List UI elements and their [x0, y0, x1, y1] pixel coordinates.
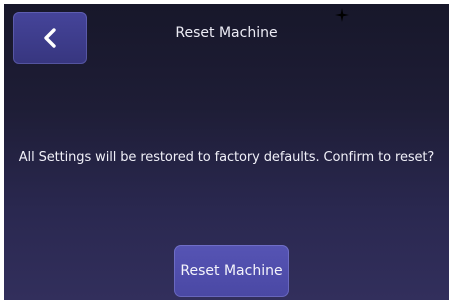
page-title: Reset Machine: [175, 25, 278, 41]
reset-confirmation-message: All Settings will be restored to factory…: [18, 150, 435, 165]
reset-machine-button[interactable]: Reset Machine: [174, 245, 289, 297]
cursor-crosshair-icon: [335, 7, 349, 22]
reset-machine-screen: Reset Machine All Settings will be resto…: [4, 4, 449, 300]
